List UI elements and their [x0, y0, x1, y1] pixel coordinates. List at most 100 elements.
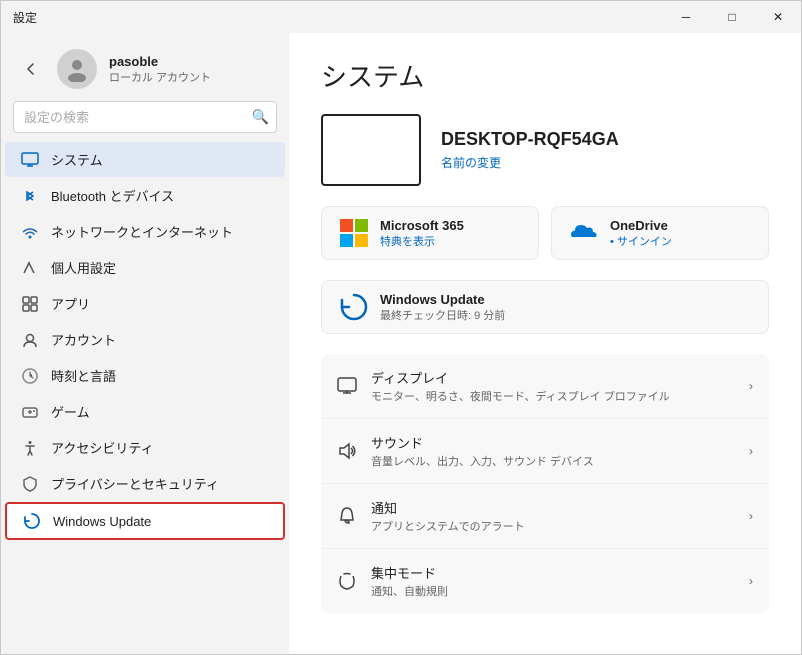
- onedrive-card[interactable]: OneDrive サインイン: [551, 206, 769, 260]
- main-content: システム DESKTOP-RQF54GA 名前の変更: [289, 33, 801, 654]
- quick-cards: Microsoft 365 特典を表示 OneDrive サインイン: [321, 206, 769, 260]
- privacy-icon: [21, 475, 39, 493]
- ms365-title: Microsoft 365: [380, 218, 464, 233]
- notifications-left: 通知 アプリとシステムでのアラート: [337, 498, 525, 534]
- wu-card-icon: [338, 291, 370, 323]
- title-bar-controls: ─ □ ✕: [663, 1, 801, 33]
- display-left: ディスプレイ モニター、明るさ、夜間モード、ディスプレイ プロファイル: [337, 368, 670, 404]
- display-chevron: ›: [749, 379, 753, 393]
- sidebar-label-time: 時刻と言語: [51, 366, 116, 385]
- sidebar-item-privacy[interactable]: プライバシーとセキュリティ: [5, 466, 285, 501]
- sidebar-item-network[interactable]: ネットワークとインターネット: [5, 214, 285, 249]
- user-subtitle: ローカル アカウント: [109, 69, 211, 85]
- display-sub: モニター、明るさ、夜間モード、ディスプレイ プロファイル: [371, 388, 670, 404]
- time-icon: [21, 367, 39, 385]
- sidebar-item-windows-update[interactable]: Windows Update: [5, 502, 285, 540]
- page-title: システム: [321, 57, 769, 94]
- gaming-icon: [21, 403, 39, 421]
- focus-title: 集中モード: [371, 563, 448, 582]
- search-input[interactable]: [13, 101, 277, 133]
- settings-item-focus[interactable]: 集中モード 通知、自動規則 ›: [321, 549, 769, 613]
- focus-left: 集中モード 通知、自動規則: [337, 563, 448, 599]
- ms365-info: Microsoft 365 特典を表示: [380, 218, 464, 249]
- ms365-sub[interactable]: 特典を表示: [380, 233, 464, 249]
- personalization-icon: [21, 259, 39, 277]
- settings-window: 設定 ─ □ ✕: [0, 0, 802, 655]
- sound-left: サウンド 音量レベル、出力、入力、サウンド デバイス: [337, 433, 594, 469]
- focus-sub: 通知、自動規則: [371, 583, 448, 599]
- bluetooth-icon: [21, 187, 39, 205]
- sidebar-item-apps[interactable]: アプリ: [5, 286, 285, 321]
- title-bar: 設定 ─ □ ✕: [1, 1, 801, 33]
- focus-chevron: ›: [749, 574, 753, 588]
- wu-sub: 最終チェック日時: 9 分前: [380, 307, 505, 323]
- device-section: DESKTOP-RQF54GA 名前の変更: [321, 114, 769, 186]
- accounts-icon: [21, 331, 39, 349]
- wu-title: Windows Update: [380, 292, 505, 307]
- sound-title: サウンド: [371, 433, 594, 452]
- window-title: 設定: [13, 9, 37, 26]
- nav-list: システム Bluetooth とデバイス: [1, 141, 289, 646]
- sidebar-item-time[interactable]: 時刻と言語: [5, 358, 285, 393]
- sidebar-item-gaming[interactable]: ゲーム: [5, 394, 285, 429]
- sound-icon: [337, 441, 357, 461]
- settings-item-sound[interactable]: サウンド 音量レベル、出力、入力、サウンド デバイス ›: [321, 419, 769, 484]
- notifications-title: 通知: [371, 498, 525, 517]
- user-name: pasoble: [109, 54, 211, 69]
- content-area: pasoble ローカル アカウント 🔍: [1, 33, 801, 654]
- sidebar-label-gaming: ゲーム: [51, 402, 90, 421]
- apps-icon: [21, 295, 39, 313]
- maximize-button[interactable]: □: [709, 1, 755, 33]
- avatar: [57, 49, 97, 89]
- sidebar-item-accounts[interactable]: アカウント: [5, 322, 285, 357]
- minimize-button[interactable]: ─: [663, 1, 709, 33]
- ms365-icon: [338, 217, 370, 249]
- ms365-card[interactable]: Microsoft 365 特典を表示: [321, 206, 539, 260]
- onedrive-title: OneDrive: [610, 218, 672, 233]
- notifications-chevron: ›: [749, 509, 753, 523]
- settings-item-notifications[interactable]: 通知 アプリとシステムでのアラート ›: [321, 484, 769, 549]
- settings-list: ディスプレイ モニター、明るさ、夜間モード、ディスプレイ プロファイル ›: [321, 354, 769, 613]
- focus-icon: [337, 571, 357, 591]
- close-button[interactable]: ✕: [755, 1, 801, 33]
- settings-item-display[interactable]: ディスプレイ モニター、明るさ、夜間モード、ディスプレイ プロファイル ›: [321, 354, 769, 419]
- windows-update-card[interactable]: Windows Update 最終チェック日時: 9 分前: [321, 280, 769, 334]
- rename-link[interactable]: 名前の変更: [441, 154, 619, 171]
- sidebar-item-personalization[interactable]: 個人用設定: [5, 250, 285, 285]
- display-info: ディスプレイ モニター、明るさ、夜間モード、ディスプレイ プロファイル: [371, 368, 670, 404]
- title-bar-left: 設定: [13, 9, 37, 26]
- sound-info: サウンド 音量レベル、出力、入力、サウンド デバイス: [371, 433, 594, 469]
- sidebar-label-personalization: 個人用設定: [51, 258, 116, 277]
- display-icon: [337, 376, 357, 396]
- sidebar-label-accounts: アカウント: [51, 330, 116, 349]
- sidebar-label-apps: アプリ: [51, 294, 90, 313]
- notifications-info: 通知 アプリとシステムでのアラート: [371, 498, 525, 534]
- sidebar-label-accessibility: アクセシビリティ: [51, 438, 154, 457]
- sidebar-label-network: ネットワークとインターネット: [51, 222, 233, 241]
- device-thumbnail: [321, 114, 421, 186]
- sidebar-item-bluetooth[interactable]: Bluetooth とデバイス: [5, 178, 285, 213]
- windows-update-nav-icon: [23, 512, 41, 530]
- sidebar-label-system: システム: [51, 150, 103, 169]
- user-info: pasoble ローカル アカウント: [109, 54, 211, 85]
- display-title: ディスプレイ: [371, 368, 670, 387]
- onedrive-icon: [568, 217, 600, 249]
- sidebar-item-accessibility[interactable]: アクセシビリティ: [5, 430, 285, 465]
- onedrive-info: OneDrive サインイン: [610, 218, 672, 249]
- sidebar-label-privacy: プライバシーとセキュリティ: [51, 474, 219, 493]
- sidebar-label-bluetooth: Bluetooth とデバイス: [51, 186, 174, 205]
- sound-chevron: ›: [749, 444, 753, 458]
- notifications-icon: [337, 506, 357, 526]
- notifications-sub: アプリとシステムでのアラート: [371, 518, 525, 534]
- sidebar-item-system[interactable]: システム: [5, 142, 285, 177]
- back-button[interactable]: [17, 55, 45, 83]
- onedrive-sub[interactable]: サインイン: [610, 233, 672, 249]
- user-section: pasoble ローカル アカウント: [1, 33, 289, 101]
- device-info: DESKTOP-RQF54GA 名前の変更: [441, 129, 619, 171]
- sidebar-label-windows-update: Windows Update: [53, 514, 151, 529]
- sidebar: pasoble ローカル アカウント 🔍: [1, 33, 289, 654]
- search-box: 🔍: [13, 101, 277, 133]
- system-icon: [21, 151, 39, 169]
- accessibility-icon: [21, 439, 39, 457]
- device-name: DESKTOP-RQF54GA: [441, 129, 619, 150]
